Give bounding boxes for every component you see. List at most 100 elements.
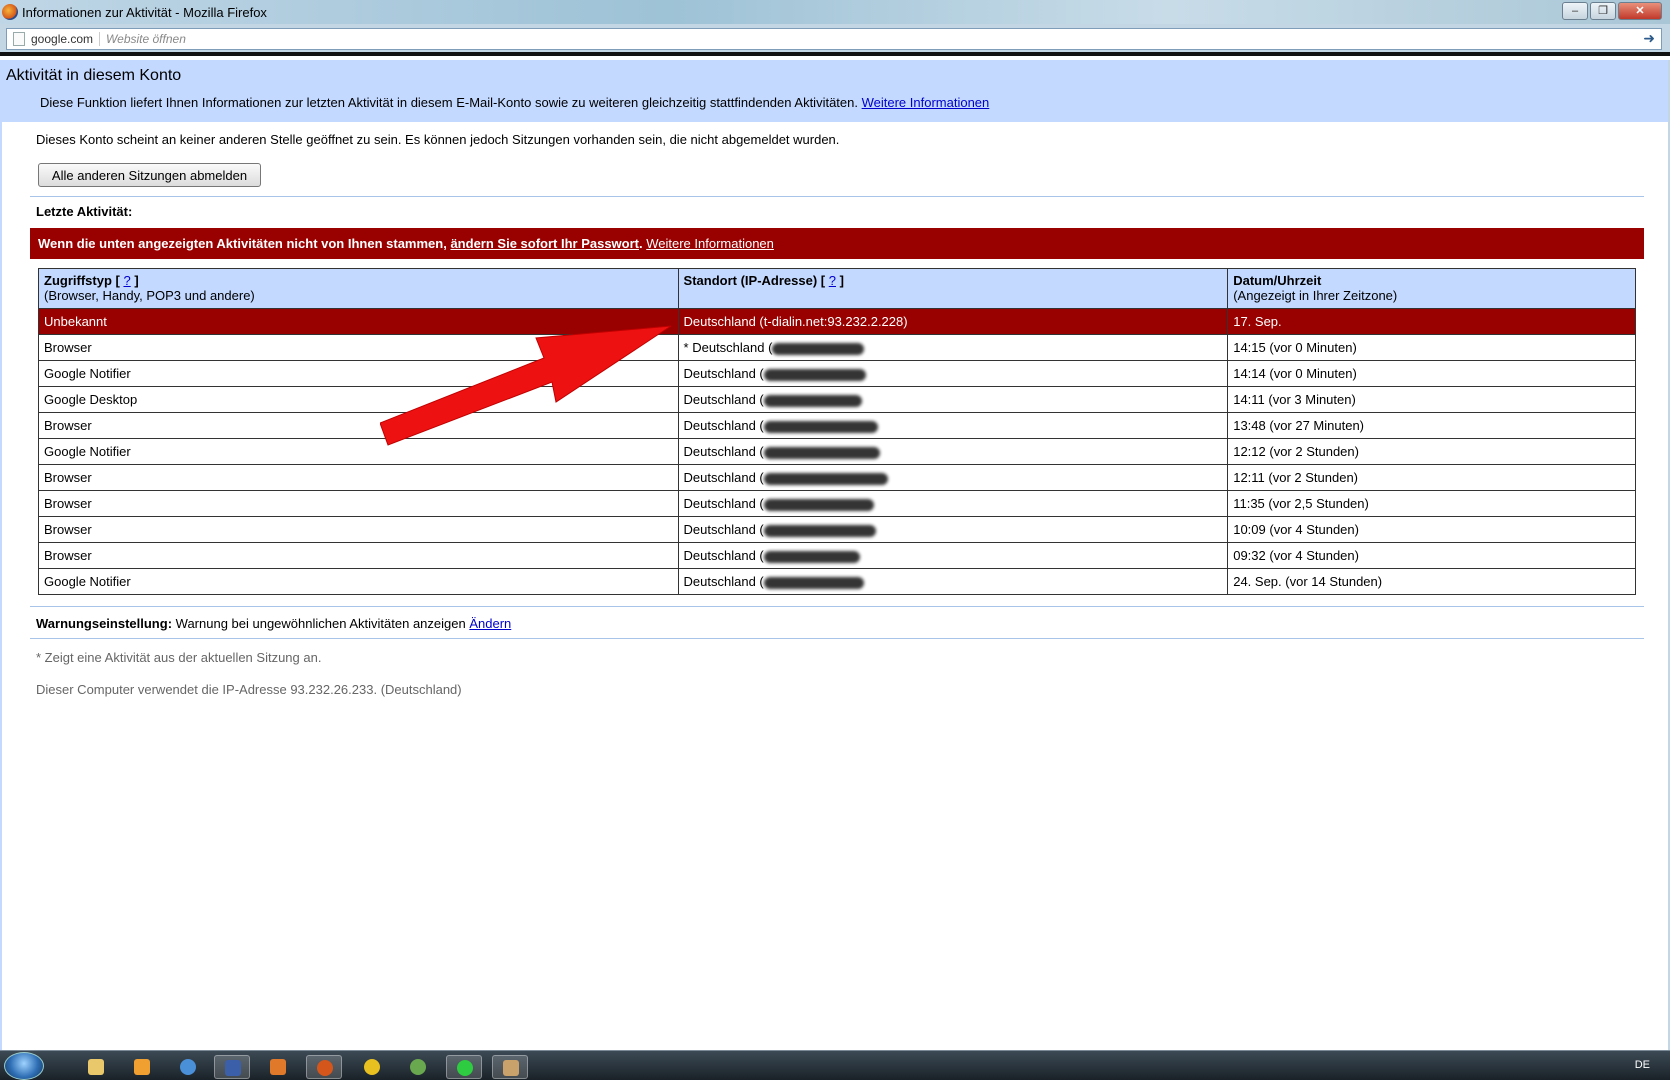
change-password-link[interactable]: ändern Sie sofort Ihr Passwort: [450, 236, 639, 251]
location-cell: Deutschland (: [677, 568, 1229, 595]
access-type-help-link[interactable]: ?: [123, 273, 130, 288]
datetime-cell: 13:48 (vor 27 Minuten): [1227, 412, 1636, 439]
warning-setting: Warnungseinstellung: Warnung bei ungewöh…: [36, 616, 511, 631]
app-icon: [270, 1059, 286, 1075]
maximize-button[interactable]: ❐: [1590, 2, 1616, 20]
datetime-cell: 14:11 (vor 3 Minuten): [1227, 386, 1636, 413]
location-cell: Deutschland (: [677, 412, 1229, 439]
access-type-cell: Browser: [38, 516, 679, 543]
media-icon: [134, 1059, 150, 1075]
redacted-ip: [772, 342, 865, 355]
taskbar-app[interactable]: [260, 1055, 296, 1079]
redacted-ip: [763, 524, 876, 537]
taskbar: DE: [0, 1050, 1670, 1080]
taskbar-media-player[interactable]: [124, 1055, 160, 1079]
language-indicator[interactable]: DE: [1635, 1059, 1650, 1071]
app-icon: [457, 1060, 473, 1076]
taskbar-app[interactable]: [354, 1055, 390, 1079]
app-icon: [410, 1059, 426, 1075]
datetime-cell: 14:15 (vor 0 Minuten): [1227, 334, 1636, 361]
location-cell: Deutschland (: [677, 464, 1229, 491]
column-header-datetime: Datum/Uhrzeit (Angezeigt in Ihrer Zeitzo…: [1227, 268, 1636, 309]
access-type-cell: Google Notifier: [38, 568, 679, 595]
close-button[interactable]: ✕: [1618, 2, 1662, 20]
table-row: Google Notifier Deutschland ( 12:12 (vor…: [38, 438, 1636, 465]
table-row: Unbekannt Deutschland (t-dialin.net:93.2…: [38, 308, 1636, 335]
redacted-ip: [763, 472, 888, 485]
bracket-close: ]: [839, 273, 844, 288]
taskbar-save-app[interactable]: [214, 1055, 250, 1079]
app-icon: [364, 1059, 380, 1075]
location-text: Deutschland (: [683, 496, 764, 511]
firefox-icon: [2, 4, 18, 20]
url-placeholder: Website öffnen: [106, 32, 186, 46]
location-title: Standort (IP-Adresse) [: [683, 273, 826, 288]
window-title: Informationen zur Aktivität - Mozilla Fi…: [22, 4, 267, 20]
redacted-ip: [763, 368, 866, 381]
location-cell: Deutschland (: [677, 386, 1229, 413]
datetime-title: Datum/Uhrzeit: [1233, 273, 1322, 288]
recent-activity-label: Letzte Aktivität:: [36, 204, 133, 219]
location-text: Deutschland (: [683, 470, 764, 485]
computer-ip-note: Dieser Computer verwendet die IP-Adresse…: [36, 682, 462, 697]
table-row: Google Notifier Deutschland ( 14:14 (vor…: [38, 360, 1636, 387]
column-header-access-type: Zugriffstyp [ ? ] (Browser, Handy, POP3 …: [38, 268, 679, 309]
location-text: Deutschland (: [683, 444, 764, 459]
table-row: Browser Deutschland ( 09:32 (vor 4 Stund…: [38, 542, 1636, 569]
taskbar-firefox[interactable]: [306, 1055, 342, 1079]
access-type-cell: Browser: [38, 542, 679, 569]
minimize-button[interactable]: –: [1562, 2, 1588, 20]
sign-out-other-sessions-button[interactable]: Alle anderen Sitzungen abmelden: [38, 163, 261, 187]
access-type-subtitle: (Browser, Handy, POP3 und andere): [44, 288, 255, 303]
header-more-info-link[interactable]: Weitere Informationen: [862, 95, 990, 110]
warning-banner: Wenn die unten angezeigten Aktivitäten n…: [30, 228, 1644, 259]
location-text: Deutschland (: [683, 366, 764, 381]
window-controls: – ❐ ✕: [1562, 2, 1662, 20]
datetime-cell: 17. Sep.: [1227, 308, 1636, 335]
redacted-ip: [763, 550, 860, 563]
table-row: Browser * Deutschland ( 14:15 (vor 0 Min…: [38, 334, 1636, 361]
table-row: Browser Deutschland ( 12:11 (vor 2 Stund…: [38, 464, 1636, 491]
redacted-ip: [763, 394, 862, 407]
taskbar-app[interactable]: [446, 1055, 482, 1079]
taskbar-app[interactable]: [492, 1055, 528, 1079]
divider: [30, 196, 1644, 197]
taskbar-explorer[interactable]: [78, 1055, 114, 1079]
datetime-cell: 12:12 (vor 2 Stunden): [1227, 438, 1636, 465]
redacted-ip: [763, 446, 880, 459]
warning-more-info-link[interactable]: Weitere Informationen: [646, 236, 774, 251]
page-content: Aktivität in diesem Konto Diese Funktion…: [0, 60, 1670, 1050]
access-type-cell: Browser: [38, 334, 679, 361]
table-header-row: Zugriffstyp [ ? ] (Browser, Handy, POP3 …: [38, 268, 1636, 309]
access-type-cell: Google Desktop: [38, 386, 679, 413]
current-session-footnote: * Zeigt eine Aktivität aus der aktuellen…: [36, 650, 322, 665]
url-bar[interactable]: google.com Website öffnen ➜: [6, 28, 1662, 50]
location-text: Deutschland (: [683, 574, 764, 589]
warning-text: Wenn die unten angezeigten Aktivitäten n…: [38, 236, 447, 251]
header-description-text: Diese Funktion liefert Ihnen Information…: [40, 95, 858, 110]
location-cell: Deutschland (: [677, 516, 1229, 543]
taskbar-app[interactable]: [400, 1055, 436, 1079]
window-titlebar: Informationen zur Aktivität - Mozilla Fi…: [0, 0, 1670, 24]
datetime-cell: 24. Sep. (vor 14 Stunden): [1227, 568, 1636, 595]
access-type-cell: Google Notifier: [38, 360, 679, 387]
location-help-link[interactable]: ?: [829, 273, 836, 288]
taskbar-browser[interactable]: [170, 1055, 206, 1079]
disk-icon: [225, 1060, 241, 1076]
table-row: Google Notifier Deutschland ( 24. Sep. (…: [38, 568, 1636, 595]
toolbar: google.com Website öffnen ➜: [0, 24, 1670, 56]
access-type-cell: Browser: [38, 490, 679, 517]
access-type-cell: Unbekannt: [38, 308, 679, 335]
redacted-ip: [763, 420, 878, 433]
folder-icon: [88, 1059, 104, 1075]
datetime-cell: 14:14 (vor 0 Minuten): [1227, 360, 1636, 387]
change-warning-link[interactable]: Ändern: [469, 616, 511, 631]
go-arrow-icon[interactable]: ➜: [1643, 30, 1655, 47]
datetime-cell: 09:32 (vor 4 Stunden): [1227, 542, 1636, 569]
activity-table: Zugriffstyp [ ? ] (Browser, Handy, POP3 …: [38, 268, 1636, 595]
redacted-ip: [763, 498, 874, 511]
table-row: Browser Deutschland ( 11:35 (vor 2,5 Stu…: [38, 490, 1636, 517]
app-icon: [503, 1060, 519, 1076]
location-text: Deutschland (: [683, 418, 764, 433]
start-button[interactable]: [4, 1052, 44, 1080]
